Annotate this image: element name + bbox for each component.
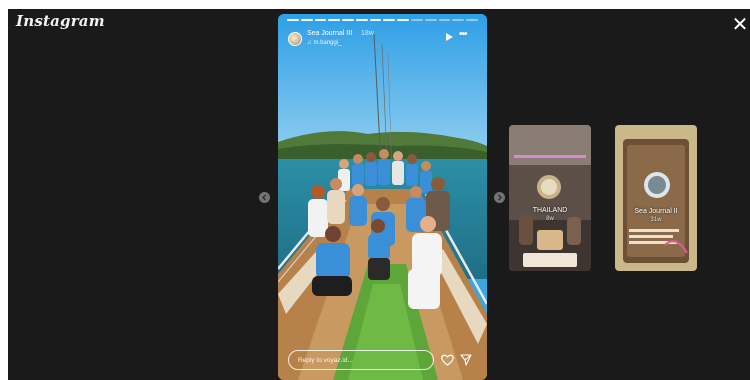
chevron-right-icon[interactable] <box>494 192 505 203</box>
heart-icon[interactable] <box>441 354 454 366</box>
account-name[interactable]: Sea Journal III <box>307 30 352 37</box>
story-main[interactable]: Sea Journal III 18w ♫ m.banggi_ ••• <box>278 14 487 380</box>
progress-segment <box>424 19 437 21</box>
send-icon[interactable] <box>460 354 472 366</box>
progress-segment <box>314 19 327 21</box>
story-header: Sea Journal III 18w ♫ m.banggi_ ••• <box>286 29 479 52</box>
music-row[interactable]: ♫ m.banggi_ <box>307 40 342 46</box>
story-photo <box>278 14 487 380</box>
preview-time: 31w <box>650 217 662 223</box>
preview-title: THAILAND <box>532 207 568 214</box>
story-viewer: Instagram ✕ Sea Journal III 18w ♫ m.bang… <box>8 9 750 380</box>
play-icon[interactable] <box>444 32 454 42</box>
preview-thumbnail <box>509 125 591 271</box>
progress-segment <box>355 19 368 21</box>
more-icon[interactable]: ••• <box>459 29 467 40</box>
progress-segment <box>466 19 478 21</box>
progress-segment <box>369 19 382 21</box>
preview-thumbnail <box>615 125 697 271</box>
progress-segment <box>342 19 354 21</box>
instagram-logo[interactable]: Instagram <box>16 12 105 30</box>
music-note-icon: ♫ <box>307 40 312 46</box>
progress-segment <box>438 19 451 21</box>
story-progress-bar <box>287 19 478 21</box>
post-time: 18w <box>361 30 374 37</box>
progress-segment <box>300 19 313 21</box>
story-preview[interactable]: Sea Journal II 31w <box>615 125 697 271</box>
preview-time: 8w <box>546 216 554 222</box>
preview-title: Sea Journal II <box>634 208 678 215</box>
avatar[interactable] <box>288 32 302 46</box>
progress-segment <box>328 19 341 21</box>
story-preview[interactable]: THAILAND 8w <box>509 125 591 271</box>
progress-segment <box>397 19 410 21</box>
progress-segment <box>452 19 465 21</box>
progress-segment <box>383 19 396 21</box>
close-icon[interactable]: ✕ <box>730 15 750 35</box>
reply-input[interactable] <box>288 350 434 370</box>
music-label: m.banggi_ <box>313 40 342 46</box>
progress-segment <box>287 19 299 21</box>
progress-segment <box>411 19 423 21</box>
chevron-left-icon[interactable] <box>259 192 270 203</box>
